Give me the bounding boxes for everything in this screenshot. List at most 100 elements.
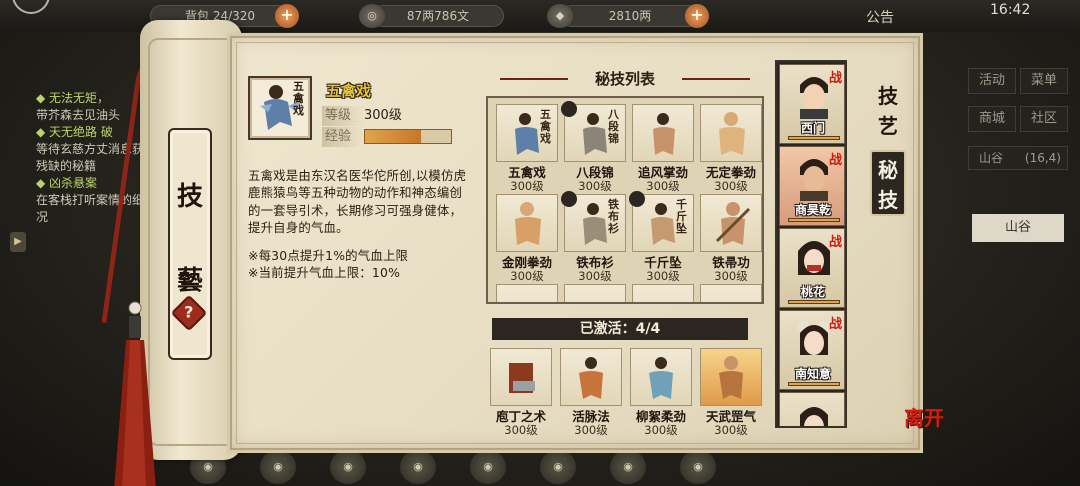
active-count-banner: 已激活：4/4 [492, 318, 748, 340]
notice-button[interactable]: 公告 [866, 7, 894, 27]
copper-coin-icon: ◎ [359, 4, 385, 28]
skill-level: 300级 [714, 269, 748, 283]
skill-glyph: 五禽戏 [293, 80, 304, 117]
silver-value: 2810两 [608, 9, 652, 23]
exp-bar [364, 129, 452, 144]
main-menu-button[interactable] [12, 0, 50, 14]
character-card[interactable]: 战 南知意 [779, 310, 845, 390]
description-text: 五禽戏是由东汉名医华佗所创,以模仿虎鹿熊猿鸟等五种动物的动作和神态编创的一套导引… [248, 168, 467, 236]
skill-figure-icon [715, 202, 751, 245]
skill-card[interactable]: 铁帚功 300级 [700, 194, 762, 283]
tassel-icon [114, 301, 156, 486]
character-card[interactable]: 战 商昊乾 [779, 146, 845, 226]
character-exp-bar [788, 382, 840, 386]
skill-card[interactable]: 追风掌劲 300级 [632, 104, 694, 193]
menu-button[interactable]: 菜单 [1020, 68, 1068, 94]
active-skill-card[interactable]: 庖丁之术 300级 [490, 348, 552, 437]
active-skill-level: 300级 [644, 423, 678, 437]
active-skill-level: 300级 [504, 423, 538, 437]
skill-grid: 五禽戏 五禽戏 300级 八段锦 八段锦 300级 追风掌劲 300级 无定拳劲… [486, 96, 764, 304]
bottom-action-bar: ◉ ◉ ◉ ◉ ◉ ◉ ◉ ◉ [150, 446, 1080, 486]
clock: 16:42 [990, 2, 1031, 18]
skill-figure-icon [719, 112, 745, 155]
active-skill-card[interactable]: 活脉法 300级 [560, 348, 622, 437]
skill-list-title: 秘技列表 [500, 68, 750, 90]
skill-level: 300级 [578, 269, 612, 283]
level-value: 300级 [364, 108, 402, 123]
owner-avatar-icon [561, 191, 577, 207]
action-icon[interactable]: ◉ [400, 450, 436, 484]
action-icon[interactable]: ◉ [260, 450, 296, 484]
community-button[interactable]: 社区 [1020, 106, 1068, 132]
skill-glyph: 八段锦 [608, 108, 619, 145]
character-name: 南知意 [794, 367, 831, 381]
skill-figure-icon [579, 357, 603, 399]
exp-label: 经验 [322, 127, 364, 147]
skill-card[interactable] [700, 284, 762, 302]
owner-avatar-icon [561, 101, 577, 117]
location-field[interactable]: 山谷 [972, 214, 1064, 242]
skill-card[interactable] [632, 284, 694, 302]
action-icon[interactable]: ◉ [470, 450, 506, 484]
skill-level: 300级 [646, 269, 680, 283]
character-list: 战 西门 战 商昊乾 战 桃花 战 南知意 [775, 60, 847, 428]
skill-figure-icon [653, 113, 675, 155]
level-row: 等级 300级 [322, 106, 462, 126]
tab-skills[interactable]: 技艺 [870, 78, 906, 144]
skill-card[interactable]: 五禽戏 五禽戏 300级 [496, 104, 558, 193]
action-icon[interactable]: ◉ [540, 450, 576, 484]
active-skill-card[interactable]: 柳絮柔劲 300级 [630, 348, 692, 437]
active-skill-level: 300级 [714, 423, 748, 437]
skill-level: 300级 [510, 179, 544, 193]
character-name: 西门 [800, 121, 825, 135]
active-skills: 庖丁之术 300级 活脉法 300级 柳絮柔劲 300级 天武罡气 300级 [486, 342, 764, 437]
battle-tag-icon: 战 [828, 71, 842, 86]
skill-card[interactable]: 铁布衫 铁布衫 300级 [561, 191, 626, 283]
copper-counter: ◎ 87两786文 [359, 4, 504, 28]
owner-avatar-icon [629, 191, 645, 207]
shop-button[interactable]: 商城 [968, 106, 1016, 132]
silver-ingot-icon: ◆ [547, 4, 573, 28]
action-icon[interactable]: ◉ [330, 450, 366, 484]
cleaver-book-icon [509, 363, 535, 393]
character-name: 商昊乾 [794, 203, 831, 217]
skill-level: 300级 [510, 269, 544, 283]
activity-button[interactable]: 活动 [968, 68, 1016, 94]
copper-value: 87两786文 [406, 9, 470, 23]
active-skill-level: 300级 [574, 423, 608, 437]
tab-secret-skills[interactable]: 秘技 [870, 150, 906, 216]
selected-skill-portrait: 五禽戏 [248, 76, 312, 140]
title-char-1: 技 [176, 182, 203, 212]
expand-arrow-icon[interactable]: ▶ [10, 232, 26, 252]
character-card[interactable] [779, 392, 845, 426]
skill-figure-icon [649, 357, 673, 399]
level-label: 等级 [322, 106, 364, 126]
bag-plus-icon[interactable]: + [275, 4, 299, 28]
skill-figure-icon [719, 356, 743, 399]
skill-card[interactable]: 金刚拳劲 300级 [496, 194, 558, 283]
skill-card[interactable]: 无定拳劲 300级 [700, 104, 762, 193]
character-exp-bar [788, 218, 840, 222]
title-char-2: 藝 [176, 266, 203, 296]
active-skill-card[interactable]: 天武罡气 300级 [700, 348, 762, 437]
note-line: ※当前提升气血上限：10% [248, 265, 401, 281]
skill-glyph: 五禽戏 [540, 108, 551, 145]
skill-description: 五禽戏是由东汉名医华佗所创,以模仿虎鹿熊猿鸟等五种动物的动作和神态编创的一套导引… [248, 167, 472, 281]
skill-card[interactable]: 八段锦 八段锦 300级 [561, 101, 626, 193]
character-card[interactable]: 战 西门 [779, 64, 845, 144]
character-exp-bar [788, 136, 840, 140]
character-exp-bar [788, 300, 840, 304]
silver-plus-icon[interactable]: + [685, 4, 709, 28]
silver-counter: ◆ 2810两 + [547, 4, 709, 28]
action-icon[interactable]: ◉ [610, 450, 646, 484]
skill-card[interactable] [564, 284, 626, 302]
character-card[interactable]: 战 桃花 [779, 228, 845, 308]
skill-card[interactable]: 千斤坠 千斤坠 300级 [629, 191, 694, 283]
battle-tag-icon: 战 [828, 153, 842, 168]
leave-button[interactable]: 离开 [904, 402, 954, 452]
battle-tag-icon: 战 [828, 235, 842, 250]
skill-card[interactable] [496, 284, 558, 302]
character-portrait [800, 407, 828, 426]
action-icon[interactable]: ◉ [680, 450, 716, 484]
question-icon: ? [184, 303, 194, 322]
